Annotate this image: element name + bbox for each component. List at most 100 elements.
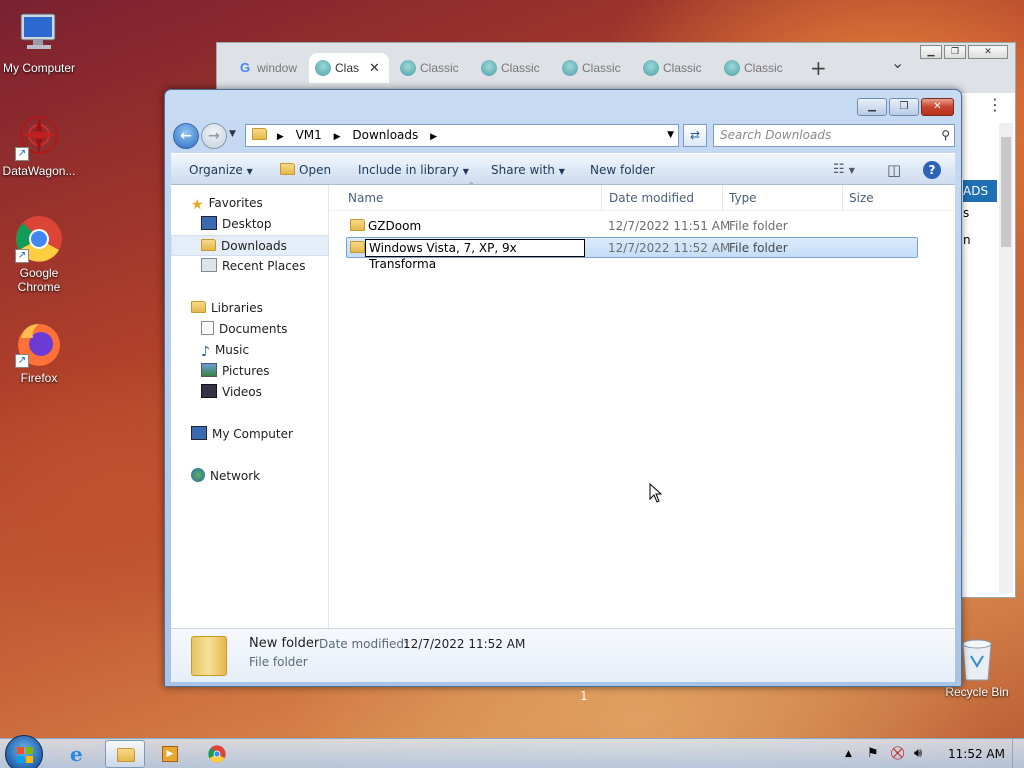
nav-downloads[interactable]: Downloads	[171, 235, 329, 256]
shell-icon	[724, 60, 740, 76]
column-type[interactable]: Type	[723, 185, 843, 211]
breadcrumb-item[interactable]: Downloads	[352, 128, 418, 142]
network-status-icon[interactable]: ⛒	[891, 739, 904, 768]
chrome-tab[interactable]: G window	[231, 53, 321, 83]
desktop-icon-label: Recycle Bin	[945, 685, 1009, 699]
file-type: File folder	[729, 241, 788, 255]
shell-icon	[400, 60, 416, 76]
desktop-icon-chrome[interactable]: ↗ Google Chrome	[0, 215, 79, 294]
show-desktop-button[interactable]	[1012, 739, 1024, 768]
tab-list-button[interactable]: ⌄	[891, 53, 904, 72]
show-hidden-icons[interactable]: ▲	[845, 739, 852, 768]
scroll-thumb[interactable]	[1001, 137, 1011, 247]
rename-input[interactable]: Windows Vista, 7, XP, 9x Transforma	[365, 239, 585, 271]
media-player-icon: ▶	[162, 746, 178, 762]
chrome-icon: ↗	[15, 215, 63, 263]
breadcrumb-item[interactable]: VM1	[296, 128, 322, 142]
close-tab-icon[interactable]: ✕	[369, 53, 380, 83]
back-button[interactable]: ←	[173, 123, 199, 149]
address-dropdown-icon[interactable]: ▼	[667, 125, 674, 146]
nav-libraries[interactable]: Libraries	[171, 298, 329, 319]
nav-favorites[interactable]: ★ Favorites	[171, 193, 329, 214]
chevron-down-icon: ▼	[462, 167, 469, 176]
pictures-icon	[201, 363, 217, 377]
videos-icon	[201, 384, 217, 398]
details-type: File folder	[249, 655, 308, 669]
chrome-tab[interactable]: Classic	[394, 53, 474, 83]
nav-my-computer[interactable]: My Computer	[171, 424, 329, 445]
folder-icon	[350, 241, 365, 253]
close-button[interactable]: ✕	[968, 45, 1008, 59]
help-icon[interactable]: ?	[923, 161, 941, 179]
action-center-icon[interactable]: ⚑	[867, 739, 879, 768]
preview-pane-icon[interactable]: ◫	[887, 154, 901, 186]
nav-videos[interactable]: Videos	[171, 382, 329, 403]
taskbar-explorer-button[interactable]	[105, 740, 145, 768]
chrome-tab[interactable]: Classic	[556, 53, 636, 83]
chrome-tab[interactable]: Classic	[637, 53, 717, 83]
include-in-library-button[interactable]: Include in library ▼	[358, 154, 469, 186]
column-date-modified[interactable]: Date modified	[603, 185, 723, 211]
breadcrumb-arrow-icon[interactable]: ▶	[334, 132, 341, 142]
datawagon-icon: ↗	[15, 113, 63, 161]
minimize-button[interactable]: ▁	[920, 45, 942, 59]
maximize-button[interactable]: ❐	[889, 98, 919, 116]
taskbar-media-player-button[interactable]: ▶	[150, 740, 190, 768]
page-scrollbar[interactable]	[999, 123, 1013, 593]
nav-network[interactable]: Network	[171, 466, 329, 487]
file-name: GZDoom	[368, 219, 422, 233]
view-options-icon[interactable]: ☷ ▼	[833, 154, 855, 186]
nav-recent-places[interactable]: Recent Places	[171, 256, 329, 277]
file-row[interactable]: GZDoom 12/7/2022 11:51 AM File folder	[346, 216, 918, 237]
explorer-window[interactable]: ▁ ❐ ✕ ← → ▼ ▶ VM1 ▶ Downloads ▶ ▼ ⇄ Sear…	[164, 89, 962, 687]
refresh-button[interactable]: ⇄	[683, 124, 707, 147]
taskbar: e ▶ ▲ ⚑ ⛒ 🔊︎ 11:52 AM	[0, 735, 1024, 768]
volume-icon[interactable]: 🔊︎	[914, 739, 922, 768]
taskbar-chrome-button[interactable]	[197, 740, 237, 768]
file-row-selected[interactable]: Windows Vista, 7, XP, 9x Transforma 12/7…	[346, 237, 918, 271]
desktop-icon-label: Google Chrome	[17, 266, 61, 294]
chrome-tab-active[interactable]: Clas ✕	[309, 53, 389, 83]
breadcrumb-arrow-icon[interactable]: ▶	[430, 132, 437, 142]
network-icon	[191, 468, 205, 482]
recent-pages-dropdown[interactable]: ▼	[229, 129, 236, 139]
details-date-value: 12/7/2022 11:52 AM	[403, 637, 526, 651]
windows-logo-icon	[17, 747, 33, 763]
firefox-icon: ↗	[15, 320, 63, 368]
nav-desktop[interactable]: Desktop	[171, 214, 329, 235]
desktop-icon-firefox[interactable]: ↗ Firefox	[0, 320, 79, 385]
close-button[interactable]: ✕	[921, 98, 954, 116]
libraries-icon	[191, 301, 206, 313]
forward-button[interactable]: →	[201, 123, 227, 149]
new-folder-button[interactable]: New folder	[590, 154, 655, 186]
chrome-tab[interactable]: Classic	[475, 53, 555, 83]
column-name[interactable]: Name	[342, 185, 602, 211]
nav-music[interactable]: ♪ Music	[171, 340, 329, 361]
column-headers: ^ Name Date modified Type Size	[330, 181, 955, 211]
clock[interactable]: 11:52 AM	[948, 739, 1005, 768]
breadcrumb-arrow-icon[interactable]: ▶	[277, 132, 284, 142]
google-icon: G	[239, 60, 251, 75]
chrome-tab[interactable]: Classic	[718, 53, 796, 83]
menu-icon[interactable]: ⋮	[987, 95, 1003, 114]
desktop-icon-my-computer[interactable]: My Computer	[0, 10, 79, 75]
minimize-button[interactable]: ▁	[857, 98, 887, 116]
open-button[interactable]: Open	[280, 154, 331, 186]
new-tab-button[interactable]: +	[810, 56, 827, 80]
music-icon: ♪	[201, 344, 210, 360]
nav-pictures[interactable]: Pictures	[171, 361, 329, 382]
folder-icon	[252, 128, 267, 140]
taskbar-ie-button[interactable]: e	[60, 740, 100, 768]
organize-button[interactable]: Organize ▼	[189, 154, 253, 186]
search-icon[interactable]: ⚲	[941, 125, 950, 146]
column-size[interactable]: Size	[843, 185, 923, 211]
desktop-icon-datawagon[interactable]: ↗ DataWagon...	[0, 113, 79, 178]
details-name: New folder	[249, 636, 320, 651]
computer-icon	[191, 426, 207, 440]
address-bar[interactable]: ▶ VM1 ▶ Downloads ▶ ▼	[245, 124, 679, 147]
nav-documents[interactable]: Documents	[171, 319, 329, 340]
maximize-button[interactable]: ❐	[944, 45, 966, 59]
start-button[interactable]	[5, 735, 43, 768]
search-input[interactable]: Search Downloads ⚲	[713, 124, 955, 147]
share-with-button[interactable]: Share with ▼	[491, 154, 565, 186]
